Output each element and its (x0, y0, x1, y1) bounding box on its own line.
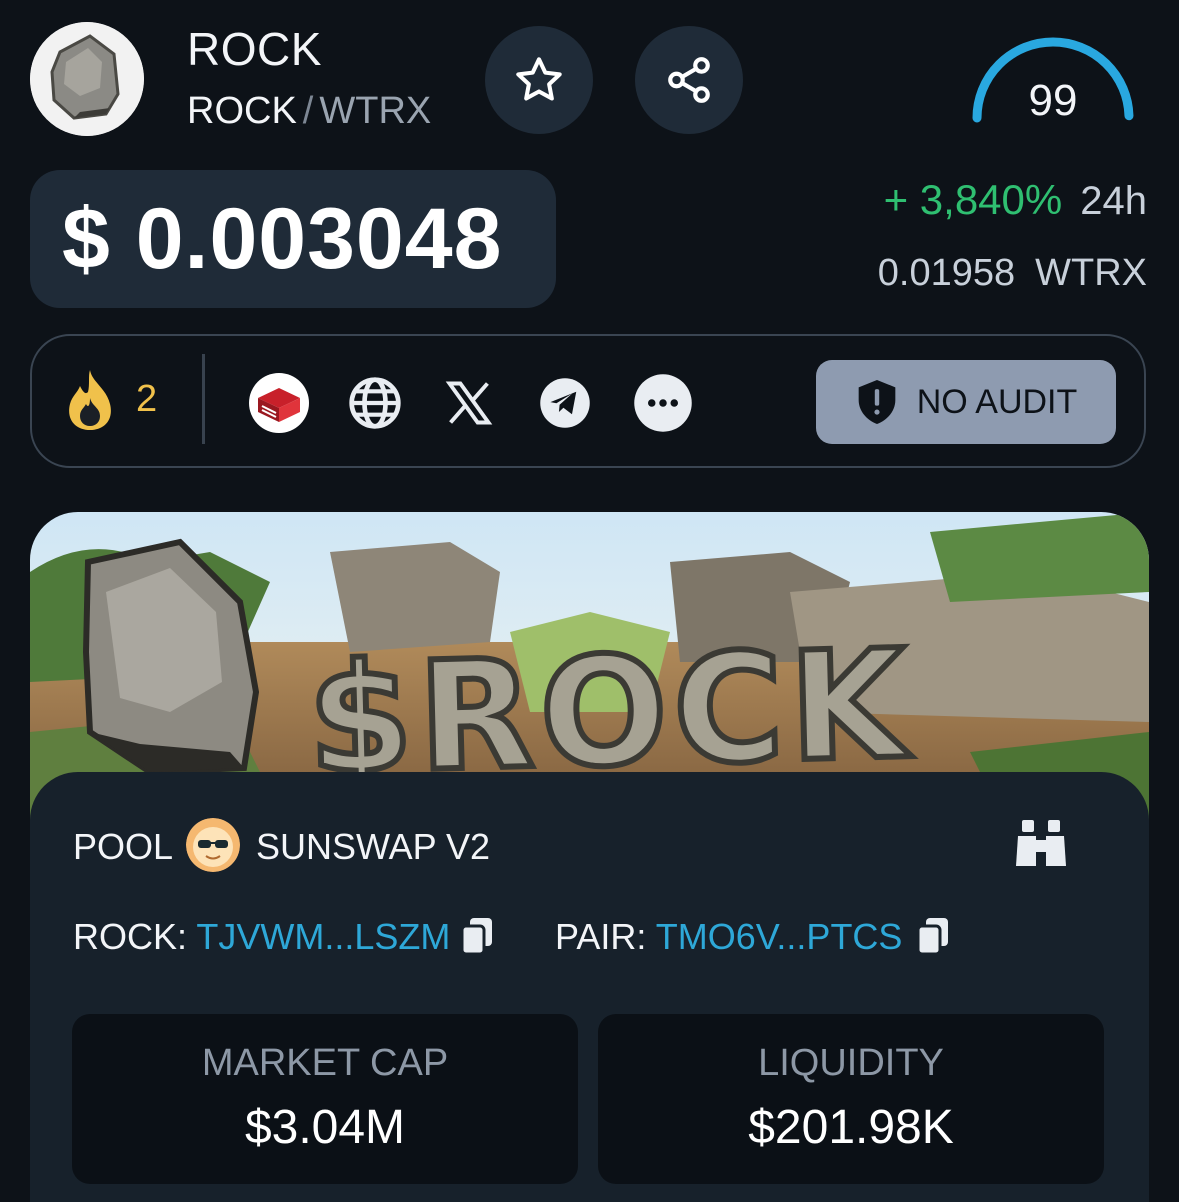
market-cap-value: $3.04M (244, 1101, 406, 1154)
flame-icon[interactable] (62, 368, 118, 432)
dex-name: SUNSWAP V2 (256, 826, 491, 867)
native-price: 0.01958 WTRX (878, 252, 1147, 295)
token-avatar (30, 22, 144, 136)
more-icon (634, 374, 692, 432)
market-cap-card (72, 1014, 578, 1184)
change-percent: + 3,840% (883, 176, 1063, 223)
binoculars-icon[interactable] (1014, 820, 1068, 866)
native-unit: WTRX (1035, 252, 1147, 294)
token-address-label: ROCK: (73, 916, 188, 957)
token-address-row: ROCK: TJVWM...LSZM (73, 916, 450, 958)
base-symbol: ROCK (187, 90, 297, 132)
token-name: ROCK (187, 23, 322, 75)
copy-token-address-icon[interactable] (460, 916, 494, 956)
exchange-link[interactable] (248, 372, 310, 434)
price-usd: $ 0.003048 (62, 191, 503, 287)
globe-icon (349, 377, 401, 429)
native-value: 0.01958 (877, 252, 1016, 294)
exchange-icon (249, 373, 309, 433)
shield-alert-icon (858, 380, 896, 424)
favorite-button[interactable] (485, 26, 593, 134)
share-button[interactable] (635, 26, 743, 134)
liquidity-card (598, 1014, 1104, 1184)
pair-address-link[interactable]: TMO6V...PTCS (656, 916, 903, 957)
pool-label: POOL (73, 826, 174, 867)
x-icon (445, 381, 493, 425)
sunswap-logo-icon (186, 818, 240, 872)
telegram-link[interactable] (534, 372, 596, 434)
token-address-link[interactable]: TJVWM...LSZM (196, 916, 450, 957)
quote-symbol: WTRX (319, 90, 432, 132)
market-cap-label: MARKET CAP (201, 1042, 449, 1084)
copy-pair-address-icon[interactable] (916, 916, 950, 956)
divider (202, 354, 205, 444)
pair-separator: / (302, 90, 314, 132)
website-link[interactable] (344, 372, 406, 434)
change-period: 24h (1080, 179, 1147, 223)
score-value: 99 (1028, 76, 1078, 125)
rock-logo (30, 22, 144, 136)
liquidity-label: LIQUIDITY (758, 1042, 944, 1084)
pair-address-row: PAIR: TMO6V...PTCS (555, 916, 902, 958)
more-link[interactable] (632, 372, 694, 434)
audit-button[interactable]: NO AUDIT (816, 360, 1116, 444)
x-link[interactable] (438, 372, 500, 434)
token-pair: ROCK / WTRX (187, 90, 431, 133)
boost-count: 2 (136, 378, 158, 420)
share-icon (668, 57, 710, 103)
telegram-icon (540, 378, 590, 428)
price-change: + 3,840% 24h (884, 176, 1147, 224)
star-icon (516, 57, 562, 101)
audit-label: NO AUDIT (916, 382, 1078, 421)
liquidity-value: $201.98K (748, 1101, 954, 1154)
pair-address-label: PAIR: (555, 916, 647, 957)
